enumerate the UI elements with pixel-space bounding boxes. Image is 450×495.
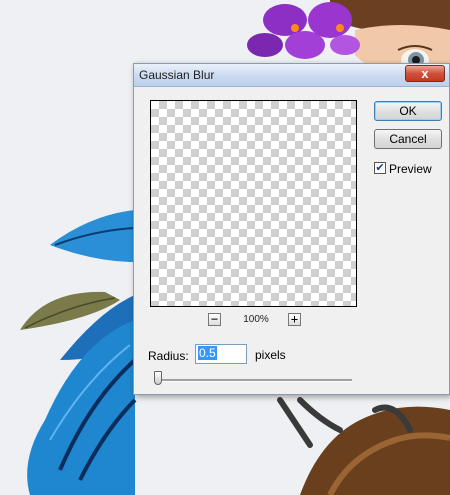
- check-icon: ✔: [375, 162, 385, 174]
- radius-value: 0.5: [198, 346, 217, 360]
- radius-input[interactable]: 0.5: [195, 344, 247, 364]
- radius-slider-thumb[interactable]: [154, 371, 162, 385]
- zoom-out-button[interactable]: −: [208, 313, 221, 326]
- radius-slider-track[interactable]: [156, 379, 352, 382]
- radius-units-label: pixels: [255, 348, 286, 362]
- zoom-level: 100%: [243, 314, 269, 325]
- dialog-title: Gaussian Blur: [139, 68, 215, 82]
- cancel-button[interactable]: Cancel: [374, 129, 442, 149]
- flower-icon: [247, 2, 360, 59]
- dialog-titlebar[interactable]: Gaussian Blur x: [134, 64, 449, 87]
- close-button[interactable]: x: [405, 65, 445, 82]
- minus-icon: −: [210, 312, 219, 326]
- plus-icon: +: [290, 312, 299, 326]
- zoom-controls: − 100% +: [150, 313, 357, 329]
- preview-checkbox[interactable]: ✔: [374, 162, 386, 174]
- zoom-in-button[interactable]: +: [288, 313, 301, 326]
- gaussian-blur-dialog: Gaussian Blur x − 100% + OK Cancel ✔ Pre…: [133, 63, 450, 395]
- radius-label: Radius:: [148, 349, 189, 363]
- preview-pane[interactable]: [150, 100, 357, 307]
- ok-button[interactable]: OK: [374, 101, 442, 121]
- preview-label[interactable]: Preview: [389, 162, 432, 176]
- close-icon: x: [421, 66, 429, 81]
